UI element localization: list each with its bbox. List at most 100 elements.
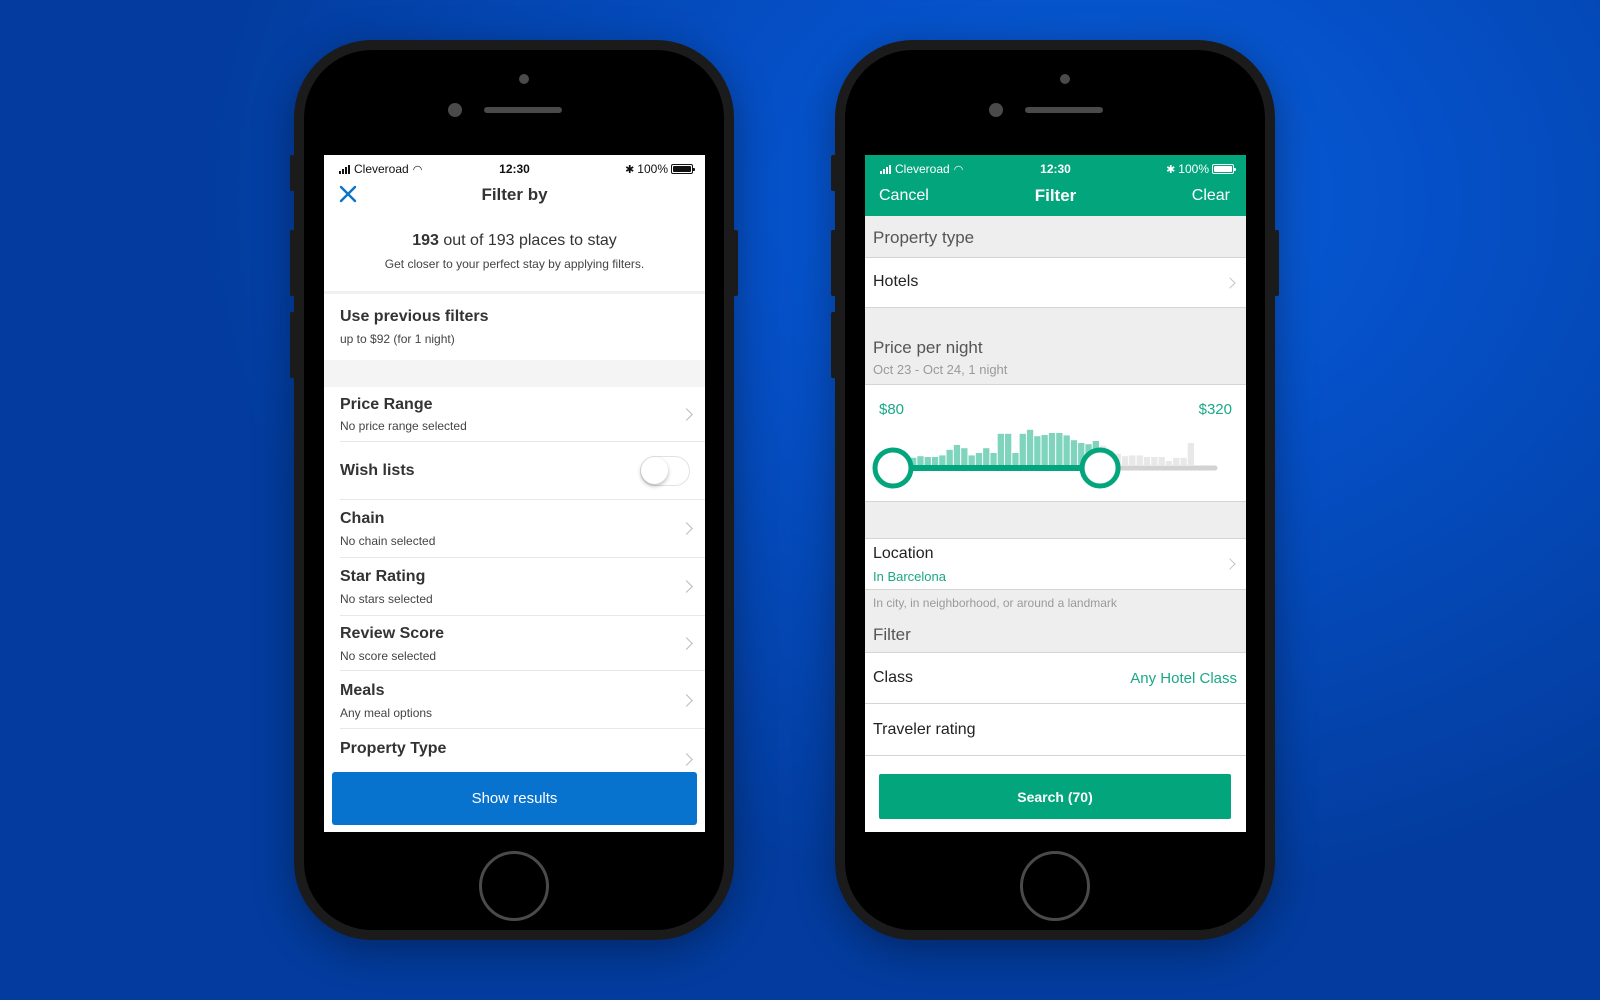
front-camera <box>448 103 462 117</box>
wish-lists-toggle[interactable] <box>640 456 690 486</box>
chevron-right-icon <box>680 637 693 650</box>
traveler-rating-row[interactable]: Traveler rating <box>865 704 1246 756</box>
chevron-right-icon <box>680 694 693 707</box>
results-summary: 193 out of 193 places to stay Get closer… <box>324 232 705 271</box>
home-button <box>1020 851 1090 921</box>
chevron-right-icon <box>680 753 693 766</box>
filter-row-review-score[interactable]: Review Score No score selected <box>340 616 705 671</box>
histogram-bar <box>1129 455 1136 465</box>
use-previous-filters[interactable]: Use previous filters up to $92 (for 1 ni… <box>340 294 705 360</box>
page-title: Filter by <box>481 185 548 204</box>
histogram-bar <box>946 449 953 465</box>
previous-filters-title: Use previous filters <box>340 308 489 325</box>
results-count-number: 193 <box>412 232 439 249</box>
filter-title: Property Type <box>340 740 447 757</box>
section-header: Property type <box>873 228 975 247</box>
front-camera <box>989 103 1003 117</box>
histogram-bar <box>1019 433 1026 465</box>
chevron-right-icon <box>1224 558 1236 570</box>
previous-filters-subtitle: up to $92 (for 1 night) <box>340 332 455 346</box>
results-hint: Get closer to your perfect stay by apply… <box>384 257 645 271</box>
histogram-bar <box>1012 453 1019 465</box>
slider-max-handle[interactable] <box>1079 447 1121 489</box>
earpiece-speaker <box>484 107 562 113</box>
histogram-bar <box>975 453 983 465</box>
histogram-bar <box>924 457 931 465</box>
volume-up-button <box>290 230 295 296</box>
results-count-text: out of 193 places to stay <box>438 232 617 249</box>
class-title: Class <box>873 669 914 686</box>
location-value: In Barcelona <box>873 569 946 584</box>
filter-row-chain[interactable]: Chain No chain selected <box>340 500 705 558</box>
filter-subtitle: No chain selected <box>340 534 436 548</box>
earpiece-speaker <box>1025 107 1103 113</box>
class-row[interactable]: Class Any Hotel Class <box>865 653 1246 704</box>
histogram-bar <box>1151 457 1158 465</box>
section-filter: In city, in neighborhood, or around a la… <box>865 590 1246 653</box>
filter-title: Meals <box>340 682 385 699</box>
battery-status: ✱ 100% <box>1166 162 1236 176</box>
filter-title: Wish lists <box>340 462 415 479</box>
property-type-value: Hotels <box>873 273 919 290</box>
home-button <box>479 851 549 921</box>
status-bar: Cleveroad ◠ 12:30 ✱ 100% <box>865 155 1246 182</box>
histogram-bar <box>961 448 968 465</box>
filter-subtitle: No price range selected <box>340 419 467 433</box>
histogram-bar <box>1048 433 1056 465</box>
histogram-bar <box>917 456 924 465</box>
filter-title: Price Range <box>340 396 433 413</box>
proximity-sensor <box>519 74 529 84</box>
mute-switch <box>290 155 295 191</box>
histogram-bar <box>1056 433 1063 465</box>
proximity-sensor <box>1060 74 1070 84</box>
battery-icon <box>1212 164 1236 174</box>
filter-row-price-range[interactable]: Price Range No price range selected <box>340 387 705 442</box>
histogram-bar <box>1187 443 1194 465</box>
location-row[interactable]: Location In Barcelona <box>865 539 1246 590</box>
traveler-rating-title: Traveler rating <box>873 721 976 738</box>
histogram-bar <box>1005 433 1012 465</box>
filter-subtitle: Any meal options <box>340 706 433 720</box>
battery-icon <box>671 164 695 174</box>
location-helper: In city, in neighborhood, or around a la… <box>873 596 1117 610</box>
histogram-bar <box>953 445 961 465</box>
histogram-bar <box>931 457 939 465</box>
histogram-bar <box>1180 457 1187 465</box>
price-histogram-slider[interactable] <box>865 385 1246 502</box>
clear-button[interactable]: Clear <box>1192 187 1230 205</box>
right-phone: Cleveroad ◠ 12:30 ✱ 100% Cancel Filter C… <box>831 40 1279 940</box>
histogram-bar <box>1063 435 1070 465</box>
price-dates: Oct 23 - Oct 24, 1 night <box>873 362 1008 377</box>
chevron-right-icon <box>680 522 693 535</box>
search-button[interactable]: Search (70) <box>879 774 1231 819</box>
filter-subtitle: No stars selected <box>340 592 433 606</box>
bluetooth-icon: ✱ <box>625 163 635 176</box>
toggle-knob <box>641 457 668 484</box>
filter-row-meals[interactable]: Meals Any meal options <box>340 671 705 729</box>
section-price: Price per night Oct 23 - Oct 24, 1 night <box>865 308 1246 385</box>
slider-min-handle[interactable] <box>872 447 914 489</box>
section-header: Filter <box>873 625 911 644</box>
histogram-bar <box>1121 456 1129 465</box>
chevron-right-icon <box>680 580 693 593</box>
property-type-row[interactable]: Hotels <box>865 258 1246 308</box>
right-screen: Cleveroad ◠ 12:30 ✱ 100% Cancel Filter C… <box>865 155 1246 832</box>
phone-face: Cleveroad ◠ 12:30 ✱ 100% Filter by 193 o… <box>304 50 724 930</box>
filter-title: Star Rating <box>340 568 426 585</box>
filter-row-star-rating[interactable]: Star Rating No stars selected <box>340 558 705 616</box>
left-phone: Cleveroad ◠ 12:30 ✱ 100% Filter by 193 o… <box>290 40 738 940</box>
histogram-bar <box>997 433 1004 465</box>
results-count: 193 out of 193 places to stay <box>324 232 705 250</box>
show-results-button[interactable]: Show results <box>332 772 697 825</box>
histogram-bar <box>1173 457 1180 465</box>
histogram-bar <box>1136 455 1143 465</box>
mute-switch <box>831 155 836 191</box>
chevron-right-icon <box>680 408 693 421</box>
location-title: Location <box>873 545 934 562</box>
section-header: Price per night <box>873 338 983 357</box>
bluetooth-icon: ✱ <box>1166 163 1176 176</box>
histogram-bar <box>1034 436 1041 465</box>
histogram-bar <box>1158 457 1165 465</box>
volume-down-button <box>290 312 295 378</box>
class-value: Any Hotel Class <box>1130 670 1237 687</box>
